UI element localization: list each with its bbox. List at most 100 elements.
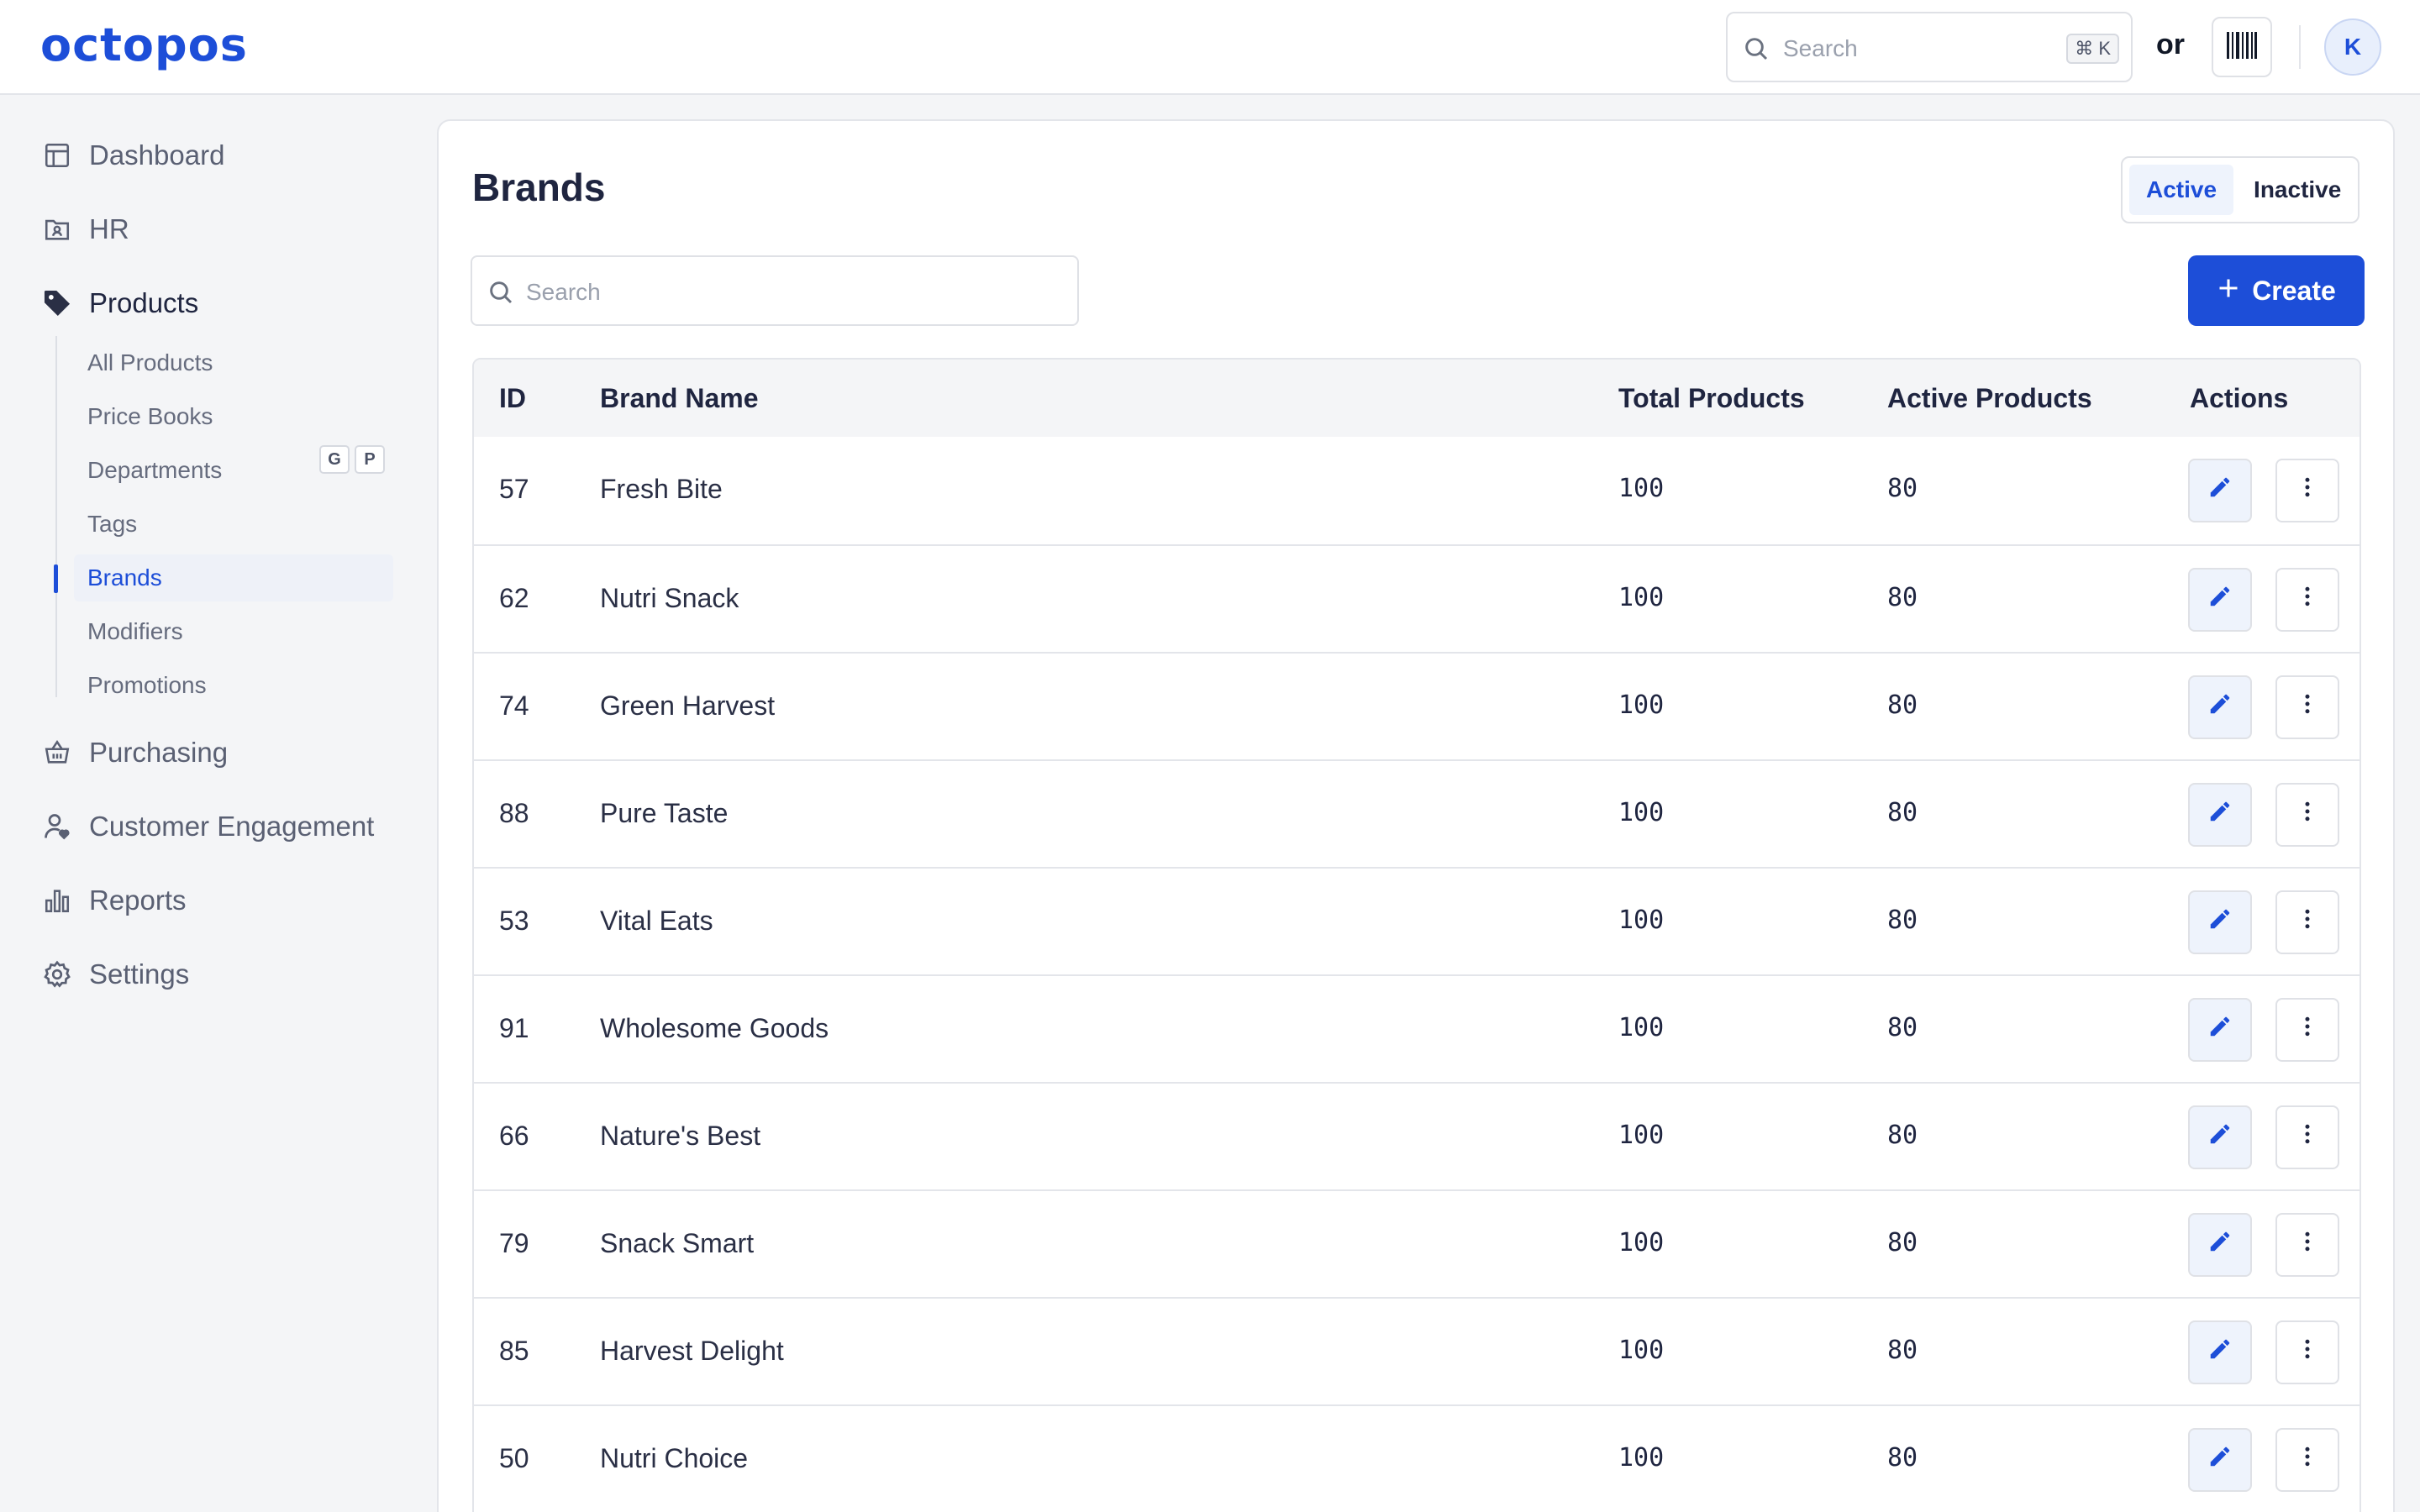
pencil-icon bbox=[2207, 475, 2233, 507]
cell-id: 79 bbox=[499, 1228, 529, 1258]
edit-button[interactable] bbox=[2188, 459, 2252, 522]
cell-active-products: 80 bbox=[1887, 474, 1918, 503]
toggle-active[interactable]: Active bbox=[2129, 165, 2234, 215]
sidebar-item-settings[interactable]: Settings bbox=[40, 949, 189, 1000]
column-header-active-products[interactable]: Active Products bbox=[1887, 383, 2092, 414]
edit-button[interactable] bbox=[2188, 890, 2252, 954]
cell-id: 57 bbox=[499, 474, 529, 504]
more-actions-button[interactable] bbox=[2275, 890, 2339, 954]
global-search-input[interactable]: Search ⌘ K bbox=[1726, 12, 2133, 82]
edit-button[interactable] bbox=[2188, 1428, 2252, 1492]
table-row[interactable]: 74 Green Harvest 100 80 bbox=[474, 652, 2360, 759]
more-actions-button[interactable] bbox=[2275, 459, 2339, 522]
sidebar-subitem-price-books[interactable]: Price Books bbox=[74, 393, 393, 440]
more-actions-button[interactable] bbox=[2275, 1428, 2339, 1492]
edit-button[interactable] bbox=[2188, 675, 2252, 739]
table-row[interactable]: 62 Nutri Snack 100 80 bbox=[474, 544, 2360, 652]
column-header-id[interactable]: ID bbox=[499, 383, 526, 414]
table-row[interactable]: 50 Nutri Choice 100 80 bbox=[474, 1404, 2360, 1512]
brands-panel: Brands Active Inactive Search Create ID … bbox=[437, 119, 2395, 1512]
more-vertical-icon bbox=[2295, 799, 2320, 831]
plus-icon bbox=[2217, 276, 2240, 307]
table-row[interactable]: 88 Pure Taste 100 80 bbox=[474, 759, 2360, 867]
sidebar-subitem-all-products[interactable]: All Products bbox=[74, 339, 393, 386]
or-label: or bbox=[2156, 29, 2185, 60]
cell-total-products: 100 bbox=[1618, 1121, 1665, 1150]
sidebar-subitem-label: Price Books bbox=[87, 403, 213, 429]
cell-brand-name: Pure Taste bbox=[600, 798, 729, 828]
top-bar: octopos Search ⌘ K or K bbox=[0, 0, 2420, 95]
more-vertical-icon bbox=[2295, 1121, 2320, 1153]
table-row[interactable]: 85 Harvest Delight 100 80 bbox=[474, 1297, 2360, 1404]
column-header-total-products[interactable]: Total Products bbox=[1618, 383, 1805, 414]
edit-button[interactable] bbox=[2188, 1320, 2252, 1384]
barcode-scan-button[interactable] bbox=[2212, 17, 2272, 77]
brands-table: ID Brand Name Total Products Active Prod… bbox=[472, 358, 2361, 1512]
more-actions-button[interactable] bbox=[2275, 998, 2339, 1062]
more-vertical-icon bbox=[2295, 1336, 2320, 1368]
more-actions-button[interactable] bbox=[2275, 783, 2339, 847]
cell-active-products: 80 bbox=[1887, 1443, 1918, 1473]
sidebar-item-purchasing[interactable]: Purchasing bbox=[40, 727, 228, 778]
cell-active-products: 80 bbox=[1887, 1013, 1918, 1042]
pencil-icon bbox=[2207, 1121, 2233, 1153]
column-header-brand-name[interactable]: Brand Name bbox=[600, 383, 759, 414]
pencil-icon bbox=[2207, 1229, 2233, 1261]
sidebar-subitem-label: Promotions bbox=[87, 672, 207, 698]
cell-brand-name: Wholesome Goods bbox=[600, 1013, 829, 1043]
topbar-divider bbox=[2299, 25, 2301, 69]
sidebar-subitem-tags[interactable]: Tags bbox=[74, 501, 393, 548]
user-avatar[interactable]: K bbox=[2324, 18, 2381, 76]
create-button[interactable]: Create bbox=[2188, 255, 2365, 326]
more-actions-button[interactable] bbox=[2275, 1105, 2339, 1169]
table-row[interactable]: 79 Snack Smart 100 80 bbox=[474, 1189, 2360, 1297]
sidebar-subitem-modifiers[interactable]: Modifiers bbox=[74, 608, 393, 655]
cell-id: 74 bbox=[499, 690, 529, 721]
sidebar-item-label: Products bbox=[89, 287, 199, 318]
more-vertical-icon bbox=[2295, 1444, 2320, 1476]
dashboard-icon bbox=[40, 139, 74, 172]
app-logo[interactable]: octopos bbox=[40, 18, 248, 71]
pencil-icon bbox=[2207, 1336, 2233, 1368]
global-search-placeholder: Search bbox=[1783, 35, 1858, 61]
sidebar-subitem-brands[interactable]: Brands bbox=[74, 554, 393, 601]
sidebar-subitem-label: Tags bbox=[87, 511, 138, 537]
cell-total-products: 100 bbox=[1618, 1443, 1665, 1473]
more-vertical-icon bbox=[2295, 584, 2320, 616]
sidebar-item-dashboard[interactable]: Dashboard bbox=[40, 130, 224, 181]
sidebar-item-products[interactable]: Products bbox=[40, 278, 198, 328]
basket-icon bbox=[40, 736, 74, 769]
cell-active-products: 80 bbox=[1887, 906, 1918, 935]
edit-button[interactable] bbox=[2188, 998, 2252, 1062]
table-row[interactable]: 91 Wholesome Goods 100 80 bbox=[474, 974, 2360, 1082]
sidebar-item-reports[interactable]: Reports bbox=[40, 875, 187, 926]
sidebar-subitem-promotions[interactable]: Promotions bbox=[74, 662, 393, 709]
sidebar-item-label: Purchasing bbox=[89, 737, 229, 768]
hr-folder-icon bbox=[40, 213, 74, 246]
sidebar-item-customer-engagement[interactable]: Customer Engagement bbox=[40, 801, 374, 852]
cell-brand-name: Vital Eats bbox=[600, 906, 713, 936]
cell-active-products: 80 bbox=[1887, 690, 1918, 720]
cell-brand-name: Snack Smart bbox=[600, 1228, 755, 1258]
table-row[interactable]: 66 Nature's Best 100 80 bbox=[474, 1082, 2360, 1189]
more-actions-button[interactable] bbox=[2275, 1213, 2339, 1277]
page-title: Brands bbox=[472, 165, 606, 209]
table-row[interactable]: 57 Fresh Bite 100 80 bbox=[474, 437, 2360, 544]
brand-search-input[interactable]: Search bbox=[471, 255, 1079, 326]
more-actions-button[interactable] bbox=[2275, 1320, 2339, 1384]
toggle-inactive[interactable]: Inactive bbox=[2237, 165, 2358, 215]
table-row[interactable]: 53 Vital Eats 100 80 bbox=[474, 867, 2360, 974]
edit-button[interactable] bbox=[2188, 1105, 2252, 1169]
sidebar: Dashboard HR Products All Products G P P… bbox=[0, 97, 429, 1512]
sidebar-item-hr[interactable]: HR bbox=[40, 204, 129, 255]
edit-button[interactable] bbox=[2188, 568, 2252, 632]
bar-chart-icon bbox=[40, 884, 74, 917]
edit-button[interactable] bbox=[2188, 783, 2252, 847]
more-vertical-icon bbox=[2295, 1229, 2320, 1261]
more-actions-button[interactable] bbox=[2275, 568, 2339, 632]
edit-button[interactable] bbox=[2188, 1213, 2252, 1277]
sidebar-subitem-departments[interactable]: Departments bbox=[74, 447, 393, 494]
sidebar-subitem-label: All Products bbox=[87, 349, 213, 375]
more-actions-button[interactable] bbox=[2275, 675, 2339, 739]
more-vertical-icon bbox=[2295, 1014, 2320, 1046]
